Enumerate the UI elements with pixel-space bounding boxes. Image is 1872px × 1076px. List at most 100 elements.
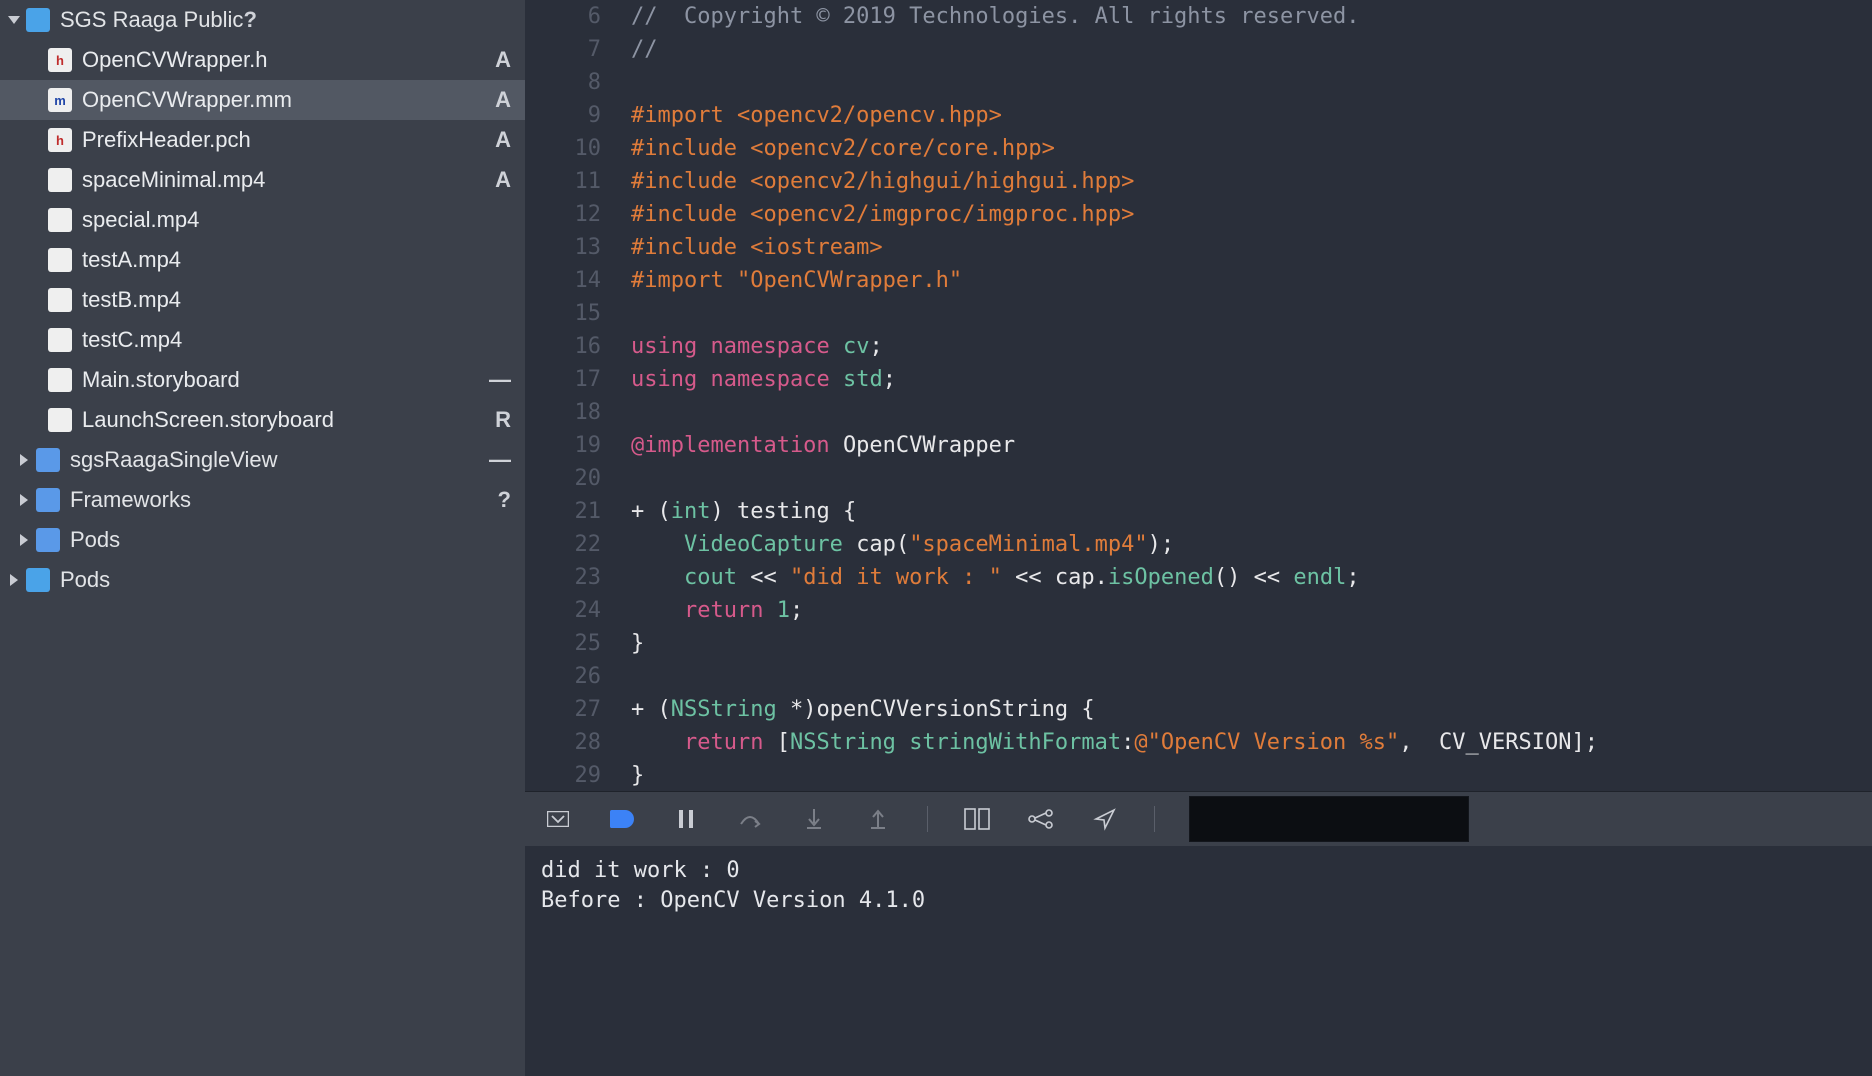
file-row[interactable]: Main.storyboard— (0, 360, 525, 400)
code-line[interactable]: 15 (525, 297, 1872, 330)
file-name: PrefixHeader.pch (82, 127, 251, 153)
folder-status: ? (498, 487, 511, 513)
code-line[interactable]: 6// Copyright © 2019 Technologies. All r… (525, 0, 1872, 33)
project-navigator[interactable]: SGS Raaga Public ? hOpenCVWrapper.hAmOpe… (0, 0, 525, 1076)
line-number: 16 (525, 330, 615, 363)
code-content: // Copyright © 2019 Technologies. All ri… (615, 0, 1872, 33)
step-over-icon[interactable] (735, 804, 765, 834)
code-content: } (615, 759, 1872, 791)
code-line[interactable]: 16using namespace cv; (525, 330, 1872, 363)
code-content: #include <opencv2/highgui/highgui.hpp> (615, 165, 1872, 198)
editor-pane: 6// Copyright © 2019 Technologies. All r… (525, 0, 1872, 1076)
line-number: 20 (525, 462, 615, 495)
folder-icon (36, 488, 60, 512)
line-number: 10 (525, 132, 615, 165)
code-line[interactable]: 20 (525, 462, 1872, 495)
code-content (615, 462, 1872, 495)
pods-root[interactable]: Pods (0, 560, 525, 600)
chevron-down-icon (8, 16, 20, 24)
console-line: did it work : 0 (541, 856, 1856, 886)
code-line[interactable]: 14#import "OpenCVWrapper.h" (525, 264, 1872, 297)
folder-row[interactable]: sgsRaagaSingleView — (0, 440, 525, 480)
step-into-icon[interactable] (799, 804, 829, 834)
code-line[interactable]: 8 (525, 66, 1872, 99)
hide-debug-icon[interactable] (543, 804, 573, 834)
project-root[interactable]: SGS Raaga Public ? (0, 0, 525, 40)
file-row[interactable]: LaunchScreen.storyboardR (0, 400, 525, 440)
chevron-right-icon (20, 494, 28, 506)
code-line[interactable]: 11#include <opencv2/highgui/highgui.hpp> (525, 165, 1872, 198)
file-row[interactable]: testB.mp4 (0, 280, 525, 320)
project-status: ? (243, 7, 270, 33)
code-content: + (NSString *)openCVVersionString { (615, 693, 1872, 726)
code-line[interactable]: 19@implementation OpenCVWrapper (525, 429, 1872, 462)
code-line[interactable]: 29} (525, 759, 1872, 791)
folder-name: sgsRaagaSingleView (70, 447, 278, 473)
code-content: using namespace std; (615, 363, 1872, 396)
code-line[interactable]: 24 return 1; (525, 594, 1872, 627)
line-number: 25 (525, 627, 615, 660)
folder-icon (36, 448, 60, 472)
line-number: 12 (525, 198, 615, 231)
code-content: #include <opencv2/core/core.hpp> (615, 132, 1872, 165)
breakpoints-icon[interactable] (607, 804, 637, 834)
file-row[interactable]: testA.mp4 (0, 240, 525, 280)
code-line[interactable]: 17using namespace std; (525, 363, 1872, 396)
file-name: Main.storyboard (82, 367, 240, 393)
debug-filter-field[interactable] (1189, 796, 1469, 842)
line-number: 19 (525, 429, 615, 462)
folder-row[interactable]: Pods (0, 520, 525, 560)
line-number: 17 (525, 363, 615, 396)
file-row[interactable]: special.mp4 (0, 200, 525, 240)
file-row[interactable]: testC.mp4 (0, 320, 525, 360)
code-line[interactable]: 27+ (NSString *)openCVVersionString { (525, 693, 1872, 726)
code-line[interactable]: 7// (525, 33, 1872, 66)
folder-status: — (489, 447, 511, 473)
code-editor[interactable]: 6// Copyright © 2019 Technologies. All r… (525, 0, 1872, 791)
code-line[interactable]: 22 VideoCapture cap("spaceMinimal.mp4"); (525, 528, 1872, 561)
code-line[interactable]: 26 (525, 660, 1872, 693)
code-line[interactable]: 10#include <opencv2/core/core.hpp> (525, 132, 1872, 165)
location-icon[interactable] (1090, 804, 1120, 834)
file-status: R (495, 407, 511, 433)
code-content: VideoCapture cap("spaceMinimal.mp4"); (615, 528, 1872, 561)
file-status: A (495, 47, 511, 73)
file-icon (48, 208, 72, 232)
file-row[interactable]: hPrefixHeader.pchA (0, 120, 525, 160)
code-line[interactable]: 23 cout << "did it work : " << cap.isOpe… (525, 561, 1872, 594)
file-name: OpenCVWrapper.mm (82, 87, 292, 113)
pods-label: Pods (60, 567, 110, 593)
file-row[interactable]: hOpenCVWrapper.hA (0, 40, 525, 80)
code-content: // (615, 33, 1872, 66)
file-icon (48, 328, 72, 352)
code-content (615, 396, 1872, 429)
code-line[interactable]: 28 return [NSString stringWithFormat:@"O… (525, 726, 1872, 759)
console-line: Before : OpenCV Version 4.1.0 (541, 886, 1856, 916)
pause-icon[interactable] (671, 804, 701, 834)
chevron-right-icon (10, 574, 18, 586)
code-line[interactable]: 25} (525, 627, 1872, 660)
console-output[interactable]: did it work : 0Before : OpenCV Version 4… (525, 846, 1872, 1076)
code-line[interactable]: 13#include <iostream> (525, 231, 1872, 264)
file-row[interactable]: spaceMinimal.mp4A (0, 160, 525, 200)
code-line[interactable]: 21+ (int) testing { (525, 495, 1872, 528)
code-content: cout << "did it work : " << cap.isOpened… (615, 561, 1872, 594)
line-number: 14 (525, 264, 615, 297)
file-row[interactable]: mOpenCVWrapper.mmA (0, 80, 525, 120)
line-number: 26 (525, 660, 615, 693)
file-name: OpenCVWrapper.h (82, 47, 267, 73)
file-name: spaceMinimal.mp4 (82, 167, 265, 193)
code-content: #import <opencv2/opencv.hpp> (615, 99, 1872, 132)
file-icon (48, 408, 72, 432)
line-number: 11 (525, 165, 615, 198)
debug-view-icon[interactable] (962, 804, 992, 834)
code-line[interactable]: 12#include <opencv2/imgproc/imgproc.hpp> (525, 198, 1872, 231)
file-name: testB.mp4 (82, 287, 181, 313)
folder-row[interactable]: Frameworks? (0, 480, 525, 520)
code-content: return 1; (615, 594, 1872, 627)
code-content: return [NSString stringWithFormat:@"Open… (615, 726, 1872, 759)
memory-graph-icon[interactable] (1026, 804, 1056, 834)
step-out-icon[interactable] (863, 804, 893, 834)
code-line[interactable]: 18 (525, 396, 1872, 429)
code-line[interactable]: 9#import <opencv2/opencv.hpp> (525, 99, 1872, 132)
